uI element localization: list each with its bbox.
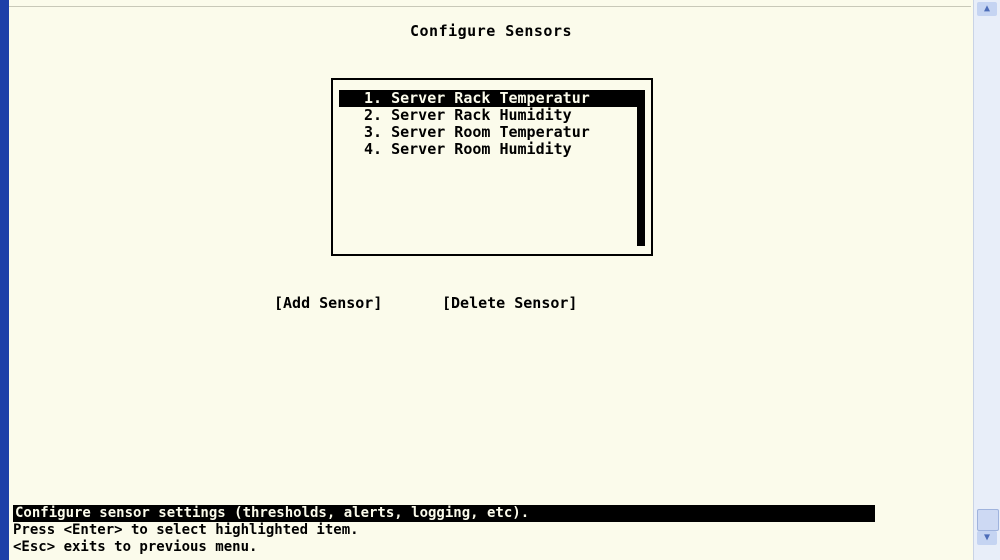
sensor-list-box[interactable]: 1. Server Rack Temperatur 2. Server Rack… xyxy=(331,78,653,256)
status-hint-enter: Press <Enter> to select highlighted item… xyxy=(13,522,359,538)
page-title: Configure Sensors xyxy=(409,22,573,40)
delete-sensor-button[interactable]: [Delete Sensor] xyxy=(442,294,577,312)
sensor-list-scrollbar[interactable] xyxy=(637,90,645,246)
window-top-edge xyxy=(9,0,971,7)
sensor-list-item-3[interactable]: 3. Server Room Temperatur xyxy=(339,124,637,141)
status-area: Configure sensor settings (thresholds, a… xyxy=(13,505,875,556)
sensor-list-item-2[interactable]: 2. Server Rack Humidity xyxy=(339,107,637,124)
sensor-list: 1. Server Rack Temperatur 2. Server Rack… xyxy=(339,90,637,158)
scroll-down-arrow-icon[interactable]: ▼ xyxy=(977,531,997,545)
status-description: Configure sensor settings (thresholds, a… xyxy=(13,505,875,522)
scroll-up-arrow-icon[interactable]: ▲ xyxy=(977,2,997,16)
status-hint-esc: <Esc> exits to previous menu. xyxy=(13,539,258,555)
window-vertical-scrollbar[interactable]: ▲ ▼ xyxy=(973,0,1000,560)
sensor-list-item-4[interactable]: 4. Server Room Humidity xyxy=(339,141,637,158)
window-border-left xyxy=(0,0,9,560)
scroll-thumb[interactable] xyxy=(977,509,999,531)
sensor-list-item-1[interactable]: 1. Server Rack Temperatur xyxy=(339,90,637,107)
add-sensor-button[interactable]: [Add Sensor] xyxy=(274,294,382,312)
